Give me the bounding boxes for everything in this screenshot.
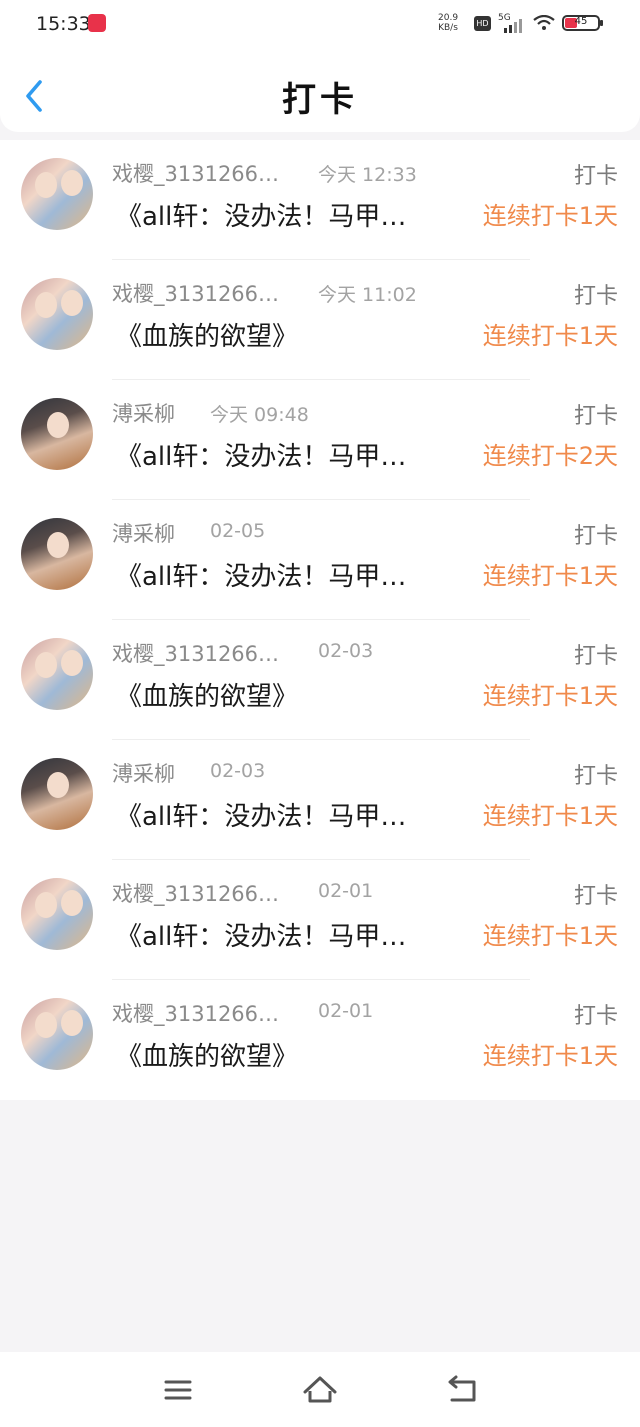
checkin-item[interactable]: 溥采柳 今天 09:48 打卡 《all轩：没办法！马甲… 连续打卡2天 bbox=[0, 380, 640, 500]
checkin-type: 打卡 bbox=[573, 164, 618, 189]
book-title[interactable]: 《血族的欲望》 bbox=[116, 1036, 298, 1073]
system-nav-bar bbox=[0, 1352, 640, 1427]
checkin-list: 戏樱_3131266… 今天 12:33 打卡 《all轩：没办法！马甲… 连续… bbox=[0, 140, 640, 1100]
user-name[interactable]: 戏樱_3131266… bbox=[112, 638, 279, 668]
checkin-type: 打卡 bbox=[573, 284, 618, 309]
battery-tip bbox=[600, 20, 603, 26]
streak-label: 连续打卡1天 bbox=[482, 322, 618, 350]
checkin-item[interactable]: 溥采柳 02-05 打卡 《all轩：没办法！马甲… 连续打卡1天 bbox=[0, 500, 640, 620]
battery-icon: 45 bbox=[562, 15, 600, 31]
checkin-time: 02-01 bbox=[318, 880, 374, 902]
avatar[interactable] bbox=[21, 158, 93, 230]
avatar[interactable] bbox=[21, 878, 93, 950]
wifi-icon bbox=[533, 15, 555, 30]
network-speed: 20.9 KB/s bbox=[438, 13, 458, 33]
book-title[interactable]: 《all轩：没办法！马甲… bbox=[116, 556, 406, 593]
checkin-time: 今天 09:48 bbox=[210, 404, 309, 426]
checkin-type: 打卡 bbox=[573, 884, 618, 909]
return-icon bbox=[448, 1375, 476, 1402]
status-time: 15:33 bbox=[36, 13, 91, 35]
checkin-item[interactable]: 戏樱_3131266… 今天 12:33 打卡 《all轩：没办法！马甲… 连续… bbox=[0, 140, 640, 260]
book-title[interactable]: 《血族的欲望》 bbox=[116, 316, 298, 353]
book-title[interactable]: 《all轩：没办法！马甲… bbox=[116, 436, 406, 473]
book-title[interactable]: 《all轩：没办法！马甲… bbox=[116, 196, 406, 233]
header: 打卡 bbox=[0, 48, 640, 132]
checkin-type: 打卡 bbox=[573, 404, 618, 429]
page-title: 打卡 bbox=[282, 80, 358, 120]
menu-button[interactable] bbox=[158, 1372, 198, 1408]
book-title[interactable]: 《血族的欲望》 bbox=[116, 676, 298, 713]
streak-label: 连续打卡1天 bbox=[482, 562, 618, 590]
book-title[interactable]: 《all轩：没办法！马甲… bbox=[116, 796, 406, 833]
battery-level: 45 bbox=[574, 16, 588, 27]
network-speed-unit: KB/s bbox=[438, 23, 458, 33]
checkin-item[interactable]: 戏樱_3131266… 02-03 打卡 《血族的欲望》 连续打卡1天 bbox=[0, 620, 640, 740]
status-bar: 15:33 20.9 KB/s HD 5G 45 bbox=[0, 0, 640, 48]
checkin-item[interactable]: 溥采柳 02-03 打卡 《all轩：没办法！马甲… 连续打卡1天 bbox=[0, 740, 640, 860]
checkin-time: 02-05 bbox=[210, 520, 266, 542]
checkin-time: 02-01 bbox=[318, 1000, 374, 1022]
signal-icon: 5G bbox=[498, 13, 524, 33]
avatar[interactable] bbox=[21, 758, 93, 830]
user-name[interactable]: 戏樱_3131266… bbox=[112, 278, 279, 308]
checkin-type: 打卡 bbox=[573, 524, 618, 549]
streak-label: 连续打卡1天 bbox=[482, 802, 618, 830]
book-title[interactable]: 《all轩：没办法！马甲… bbox=[116, 916, 406, 953]
return-button[interactable] bbox=[442, 1372, 482, 1408]
avatar[interactable] bbox=[21, 518, 93, 590]
avatar[interactable] bbox=[21, 278, 93, 350]
streak-label: 连续打卡2天 bbox=[482, 442, 618, 470]
network-speed-value: 20.9 bbox=[438, 13, 459, 23]
checkin-type: 打卡 bbox=[573, 1004, 618, 1029]
avatar[interactable] bbox=[21, 998, 93, 1070]
checkin-time: 02-03 bbox=[318, 640, 374, 662]
menu-icon bbox=[164, 1380, 192, 1400]
app-notification-icon bbox=[88, 14, 106, 32]
avatar[interactable] bbox=[21, 638, 93, 710]
checkin-item[interactable]: 戏樱_3131266… 今天 11:02 打卡 《血族的欲望》 连续打卡1天 bbox=[0, 260, 640, 380]
avatar[interactable] bbox=[21, 398, 93, 470]
streak-label: 连续打卡1天 bbox=[482, 202, 618, 230]
hd-icon: HD bbox=[474, 16, 491, 31]
user-name[interactable]: 戏樱_3131266… bbox=[112, 998, 279, 1028]
checkin-time: 今天 12:33 bbox=[318, 164, 417, 186]
user-name[interactable]: 戏樱_3131266… bbox=[112, 158, 279, 188]
streak-label: 连续打卡1天 bbox=[482, 922, 618, 950]
checkin-time: 今天 11:02 bbox=[318, 284, 417, 306]
checkin-item[interactable]: 戏樱_3131266… 02-01 打卡 《all轩：没办法！马甲… 连续打卡1… bbox=[0, 860, 640, 980]
streak-label: 连续打卡1天 bbox=[482, 682, 618, 710]
streak-label: 连续打卡1天 bbox=[482, 1042, 618, 1070]
user-name[interactable]: 戏樱_3131266… bbox=[112, 878, 279, 908]
checkin-type: 打卡 bbox=[573, 764, 618, 789]
checkin-time: 02-03 bbox=[210, 760, 266, 782]
user-name[interactable]: 溥采柳 bbox=[112, 398, 175, 428]
user-name[interactable]: 溥采柳 bbox=[112, 758, 175, 788]
home-icon bbox=[303, 1376, 337, 1403]
home-button[interactable] bbox=[300, 1372, 340, 1408]
checkin-item[interactable]: 戏樱_3131266… 02-01 打卡 《血族的欲望》 连续打卡1天 bbox=[0, 980, 640, 1100]
user-name[interactable]: 溥采柳 bbox=[112, 518, 175, 548]
checkin-type: 打卡 bbox=[573, 644, 618, 669]
